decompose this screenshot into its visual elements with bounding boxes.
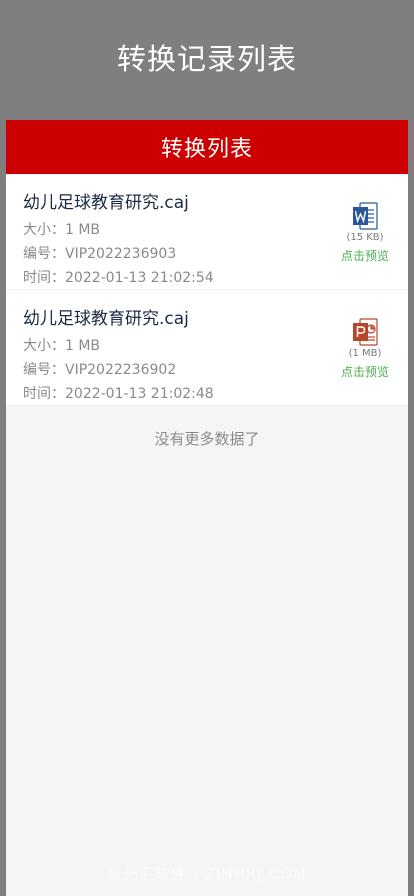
size-label: 大小： xyxy=(23,338,65,354)
preview-link[interactable]: 点击预览 xyxy=(341,247,389,264)
size-value: 1 MB xyxy=(65,222,101,238)
preview-link[interactable]: 点击预览 xyxy=(341,363,389,380)
size-value: 1 MB xyxy=(65,338,101,354)
word-file-icon[interactable] xyxy=(352,202,378,230)
watermark: 极光汇软件 · ZIHHRJ.COM xyxy=(107,865,307,883)
file-size: (1 MB) xyxy=(348,348,382,359)
size-row: 大小：1 MB xyxy=(23,335,100,355)
page-header: 转换记录列表 xyxy=(0,0,414,120)
time-value: 2022-01-13 21:02:48 xyxy=(65,386,214,402)
file-result: (1 MB) 点击预览 xyxy=(338,318,392,380)
panel-header: 转换列表 xyxy=(6,120,408,174)
list-item[interactable]: 幼儿足球教育研究.caj 大小：1 MB 编号：VIP2022236902 时间… xyxy=(6,290,408,406)
id-label: 编号： xyxy=(23,246,65,262)
time-label: 时间： xyxy=(23,386,65,402)
file-size: (15 KB) xyxy=(346,232,384,243)
id-label: 编号： xyxy=(23,362,65,378)
no-more-data: 没有更多数据了 xyxy=(154,430,260,448)
powerpoint-file-icon[interactable] xyxy=(352,318,378,346)
id-value: VIP2022236902 xyxy=(65,362,177,378)
panel-title: 转换列表 xyxy=(160,137,253,162)
file-result: (15 KB) 点击预览 xyxy=(338,202,392,264)
id-row: 编号：VIP2022236902 xyxy=(23,359,176,379)
time-row: 时间：2022-01-13 21:02:54 xyxy=(23,267,214,287)
conversion-panel: 转换列表 幼儿足球教育研究.caj 大小：1 MB 编号：VIP20222369… xyxy=(6,120,408,896)
file-name: 幼儿足球教育研究.caj xyxy=(23,193,189,213)
file-name: 幼儿足球教育研究.caj xyxy=(23,309,189,329)
id-row: 编号：VIP2022236903 xyxy=(23,243,176,263)
size-label: 大小： xyxy=(23,222,65,238)
size-row: 大小：1 MB xyxy=(23,219,100,239)
time-row: 时间：2022-01-13 21:02:48 xyxy=(23,383,214,403)
page-title: 转换记录列表 xyxy=(116,42,297,76)
id-value: VIP2022236903 xyxy=(65,246,177,262)
time-label: 时间： xyxy=(23,270,65,286)
list-item[interactable]: 幼儿足球教育研究.caj 大小：1 MB 编号：VIP2022236903 时间… xyxy=(6,174,408,290)
time-value: 2022-01-13 21:02:54 xyxy=(65,270,214,286)
